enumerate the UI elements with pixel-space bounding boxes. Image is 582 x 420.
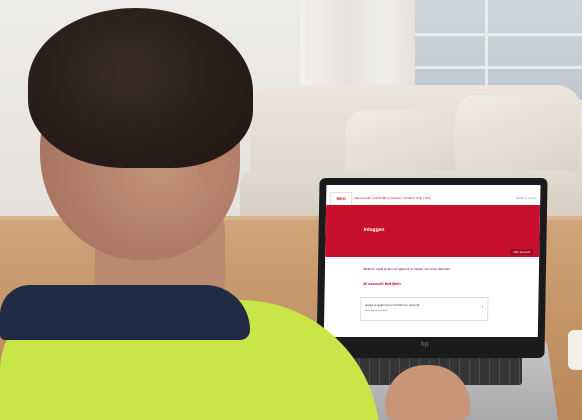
card-title: Bekijk je gegevens en beheer je account <box>365 303 420 307</box>
chevron-right-icon: › <box>481 304 484 310</box>
person-hair <box>28 8 253 168</box>
content-heading: Je account bekijken <box>362 281 401 286</box>
photo-scene: MKG Mijn account | Aanmelden | Nieuws | … <box>0 0 582 420</box>
hp-logo-icon: hp <box>420 341 429 348</box>
site-nav[interactable]: Mijn account | Aanmelden | Nieuws | Cont… <box>354 196 431 200</box>
site-logo[interactable]: MKG <box>330 192 353 206</box>
banner-title: Inloggen <box>363 227 385 233</box>
content-intro: Welkom, meld je aan om gebruik te maken … <box>362 267 451 271</box>
laptop-screen: MKG Mijn account | Aanmelden | Nieuws | … <box>323 185 541 337</box>
card-subtitle: Ga naar je account <box>365 309 388 312</box>
site-banner: Inloggen Mijn account <box>325 205 541 257</box>
site-nav-right[interactable]: Zoeken | Log in <box>516 196 537 200</box>
mug <box>568 330 582 370</box>
content-card[interactable]: Bekijk je gegevens en beheer je account … <box>360 297 489 321</box>
person-collar <box>0 285 250 340</box>
banner-button[interactable]: Mijn account <box>510 249 534 255</box>
laptop-lid: MKG Mijn account | Aanmelden | Nieuws | … <box>316 178 548 358</box>
